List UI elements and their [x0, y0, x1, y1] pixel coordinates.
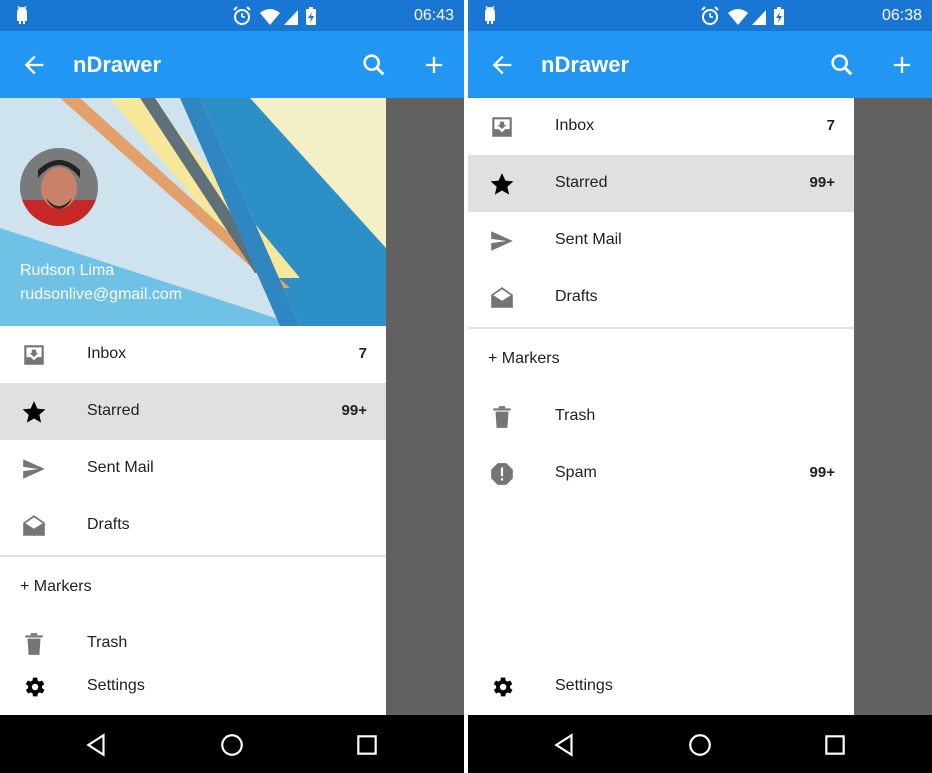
star-icon	[490, 173, 514, 195]
signal-icon	[752, 10, 766, 25]
drawer-item-spam[interactable]: Spam 99+	[468, 445, 854, 502]
drawer-item-count: 99+	[341, 402, 367, 419]
drawer-item-inbox[interactable]: Inbox 7	[468, 98, 854, 155]
status-time: 06:38	[881, 7, 922, 24]
drawer-item-sent-mail[interactable]: Sent Mail	[0, 440, 386, 497]
inbox-icon	[24, 345, 44, 365]
trash-icon	[493, 406, 511, 428]
drawer-item-count: 7	[826, 117, 835, 134]
inbox-icon	[492, 117, 512, 137]
wifi-icon	[260, 9, 280, 25]
drawer-item-label: Inbox	[555, 117, 595, 134]
app-bar: nDrawer	[468, 31, 932, 98]
drawer-item-count: 99+	[809, 174, 835, 191]
alarm-icon	[233, 6, 251, 25]
drawer-item-settings[interactable]: Settings	[0, 658, 386, 715]
system-nav-bar	[468, 715, 932, 773]
drawer-item-count: 99+	[809, 464, 835, 481]
battery-icon	[774, 7, 784, 25]
gear-icon	[493, 677, 513, 697]
drafts-icon	[491, 287, 513, 308]
add-icon[interactable]	[888, 51, 916, 79]
drawer-item-trash[interactable]: Trash	[468, 388, 854, 445]
drawer-item-label: Spam	[555, 464, 597, 481]
nav-back-icon[interactable]	[84, 732, 110, 758]
navigation-drawer: Rudson Lima rudsonlive@gmail.com Inbox 7…	[0, 98, 386, 715]
drawer-item-label: Starred	[555, 174, 608, 191]
account-name: Rudson Lima	[20, 262, 115, 279]
nav-recents-icon[interactable]	[822, 732, 848, 758]
nav-back-icon[interactable]	[552, 732, 578, 758]
drawer-item-label: Sent Mail	[87, 459, 154, 476]
drawer-item-label: Trash	[87, 634, 128, 651]
search-icon[interactable]	[828, 51, 856, 79]
drawer-item-sent-mail[interactable]: Sent Mail	[468, 212, 854, 269]
phone-screen-left: 06:43 nDrawer Rudson Lima rudsonlive@gma…	[0, 0, 464, 773]
drawer-item-settings[interactable]: Settings	[468, 658, 854, 715]
add-icon[interactable]	[420, 51, 448, 79]
markers-header[interactable]: + Markers	[488, 350, 560, 368]
send-icon	[23, 459, 45, 479]
wifi-icon	[728, 9, 748, 25]
back-arrow-icon[interactable]	[488, 51, 516, 79]
star-icon	[22, 401, 46, 423]
trash-icon	[25, 633, 43, 655]
drawer-item-label: Sent Mail	[555, 231, 622, 248]
alarm-icon	[701, 6, 719, 25]
markers-header[interactable]: + Markers	[20, 578, 92, 596]
drawer-scrim[interactable]	[854, 98, 932, 715]
phone-screen-right: 06:38 nDrawer Inbox 7 Starred 99+ Sent M…	[468, 0, 932, 773]
drawer-item-drafts[interactable]: Drafts	[468, 269, 854, 326]
send-icon	[491, 231, 513, 251]
status-icons	[701, 6, 784, 25]
gear-icon	[25, 677, 45, 697]
account-email: rudsonlive@gmail.com	[20, 286, 183, 303]
nav-home-icon[interactable]	[687, 732, 713, 758]
drawer-item-starred[interactable]: Starred 99+	[0, 383, 386, 440]
avatar[interactable]	[20, 148, 98, 226]
drawer-item-label: Settings	[87, 677, 145, 694]
drawer-scrim[interactable]	[386, 98, 464, 715]
drawer-item-label: Drafts	[555, 288, 598, 305]
system-nav-bar	[0, 715, 464, 773]
drafts-icon	[23, 515, 45, 536]
drawer-item-label: Trash	[555, 407, 596, 424]
spam-icon	[491, 463, 513, 485]
nav-recents-icon[interactable]	[354, 732, 380, 758]
app-title: nDrawer	[73, 52, 162, 77]
app-title: nDrawer	[541, 52, 630, 77]
drawer-item-starred[interactable]: Starred 99+	[468, 155, 854, 212]
android-notification-icon	[17, 6, 27, 24]
battery-icon	[306, 7, 316, 25]
app-bar: nDrawer	[0, 31, 464, 98]
status-time: 06:43	[413, 7, 454, 24]
divider	[468, 327, 854, 329]
drawer-item-inbox[interactable]: Inbox 7	[0, 326, 386, 383]
status-bar: 06:38	[468, 0, 932, 31]
signal-icon	[284, 10, 298, 25]
drawer-header: Rudson Lima rudsonlive@gmail.com	[0, 98, 386, 326]
drawer-item-count: 7	[358, 345, 367, 362]
divider	[0, 555, 386, 557]
drawer-item-drafts[interactable]: Drafts	[0, 497, 386, 554]
drawer-item-label: Drafts	[87, 516, 130, 533]
android-notification-icon	[485, 6, 495, 24]
back-arrow-icon[interactable]	[20, 51, 48, 79]
navigation-drawer: Inbox 7 Starred 99+ Sent Mail Drafts + M…	[468, 98, 854, 715]
search-icon[interactable]	[360, 51, 388, 79]
status-icons	[233, 6, 316, 25]
status-bar: 06:43	[0, 0, 464, 31]
nav-home-icon[interactable]	[219, 732, 245, 758]
drawer-item-label: Settings	[555, 677, 613, 694]
drawer-item-label: Inbox	[87, 345, 127, 362]
drawer-item-label: Starred	[87, 402, 140, 419]
